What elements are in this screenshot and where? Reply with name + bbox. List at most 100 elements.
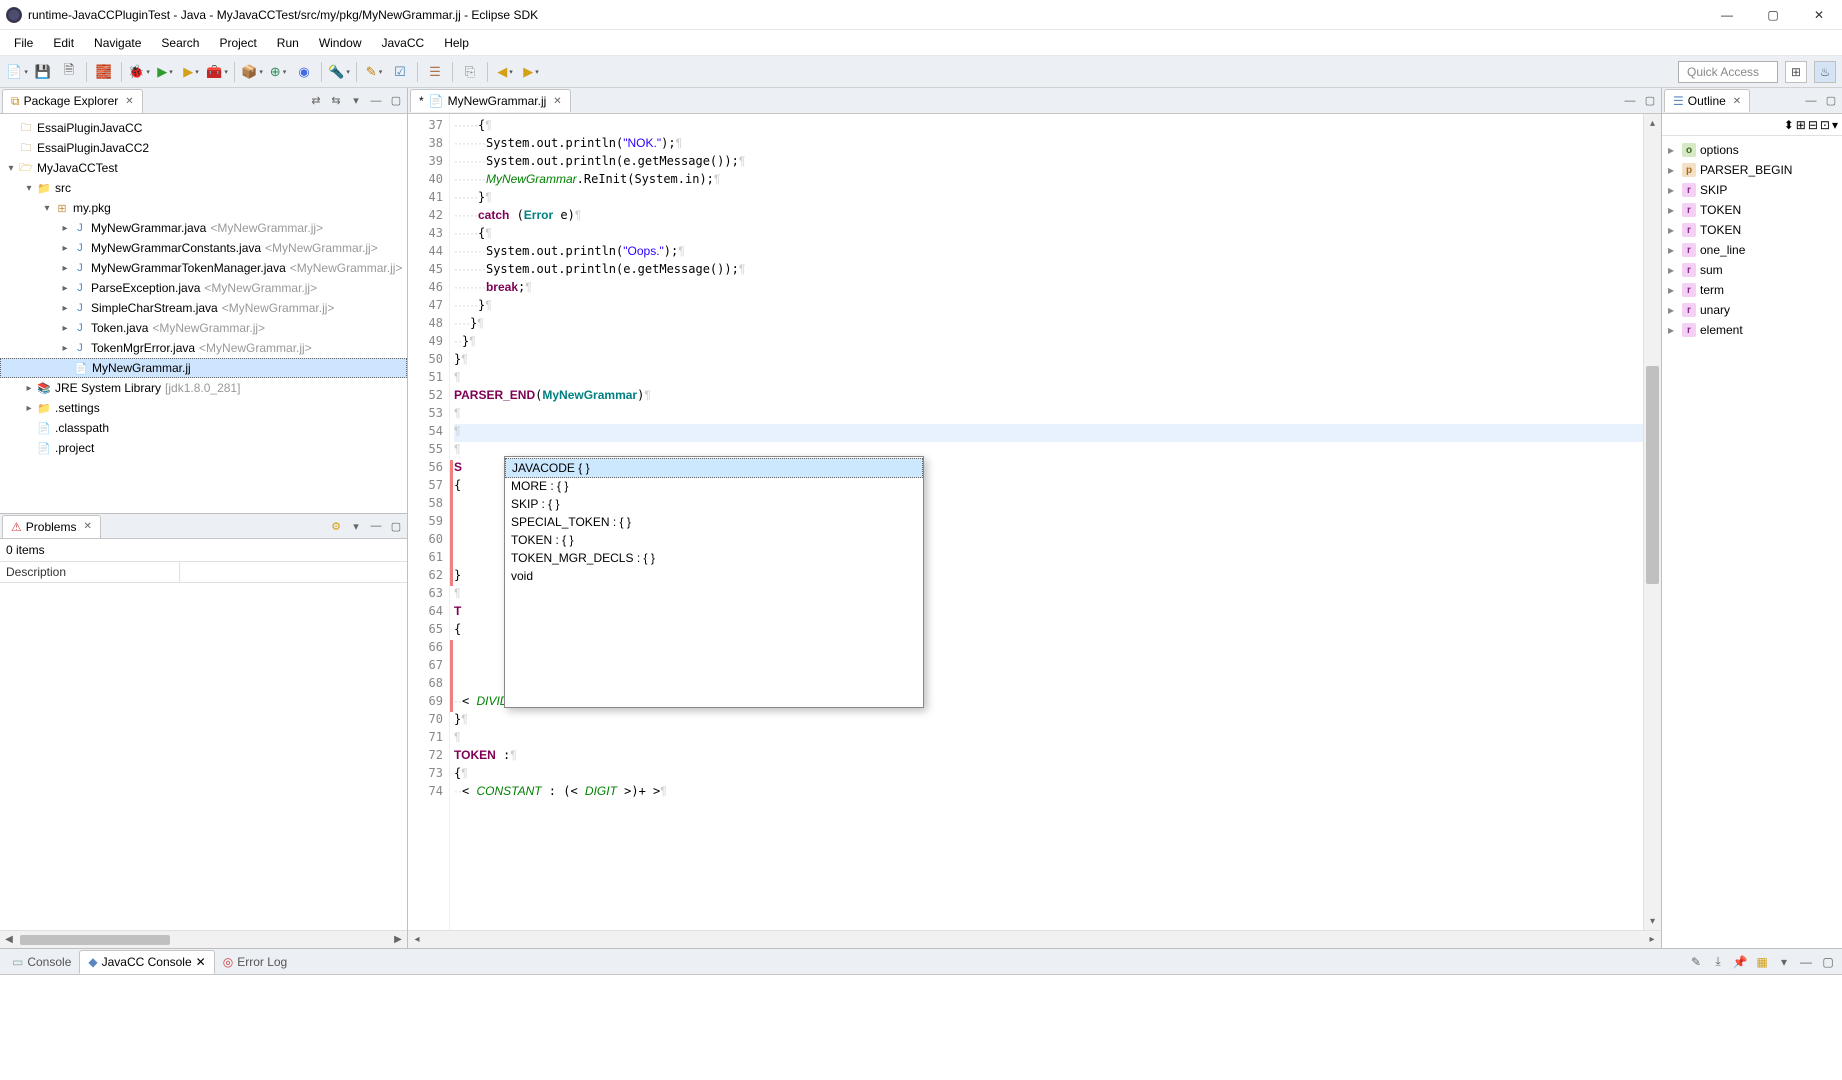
- run-button[interactable]: ▶: [154, 61, 176, 83]
- tree-item[interactable]: MyNewGrammarConstants.java: [91, 241, 261, 255]
- outline-item[interactable]: unary: [1700, 303, 1730, 317]
- outline-item[interactable]: element: [1700, 323, 1743, 337]
- content-assist-item[interactable]: JAVACODE { }: [505, 458, 923, 478]
- toggle-breadcrumb-button[interactable]: ☰: [424, 61, 446, 83]
- collapse-icon[interactable]: ▾: [4, 163, 18, 174]
- outline-tree[interactable]: ▸ooptions ▸pPARSER_BEGIN ▸rSKIP ▸rTOKEN …: [1662, 136, 1842, 948]
- minimize-editor-button[interactable]: —: [1621, 92, 1639, 110]
- menu-window[interactable]: Window: [311, 33, 370, 53]
- save-button[interactable]: 💾: [32, 61, 54, 83]
- window-minimize-button[interactable]: —: [1704, 0, 1750, 30]
- problems-menu-button[interactable]: ▾: [347, 517, 365, 535]
- new-package-button[interactable]: 📦: [241, 61, 263, 83]
- scroll-right-icon[interactable]: ▸: [1643, 931, 1661, 948]
- tree-item[interactable]: MyNewGrammar.java: [91, 221, 206, 235]
- tree-item[interactable]: TokenMgrError.java: [91, 341, 195, 355]
- outline-filter2-button[interactable]: ⊟: [1808, 118, 1818, 132]
- scroll-down-icon[interactable]: ▾: [1644, 912, 1661, 930]
- tree-item[interactable]: SimpleCharStream.java: [91, 301, 218, 315]
- tree-item[interactable]: .project: [55, 441, 94, 455]
- open-perspective-button[interactable]: ⊞: [1785, 61, 1807, 83]
- outline-item[interactable]: TOKEN: [1700, 223, 1741, 237]
- external-tools-button[interactable]: 🧰: [206, 61, 228, 83]
- code-editor[interactable]: 3738394041424344454647484950515253545556…: [408, 114, 1661, 930]
- maximize-editor-button[interactable]: ▢: [1641, 92, 1659, 110]
- new-button[interactable]: 📄: [6, 61, 28, 83]
- outline-item[interactable]: sum: [1700, 263, 1723, 277]
- maximize-view-button[interactable]: ▢: [1818, 952, 1838, 972]
- tree-item[interactable]: JRE System Library: [55, 381, 161, 395]
- outline-item[interactable]: options: [1700, 143, 1739, 157]
- outline-filter1-button[interactable]: ⊞: [1796, 118, 1806, 132]
- editor-hscroll[interactable]: ◂ ▸: [408, 930, 1661, 948]
- debug-button[interactable]: 🐞: [128, 61, 150, 83]
- search-button[interactable]: 🔦: [328, 61, 350, 83]
- content-assist-item[interactable]: SKIP : { }: [505, 495, 923, 513]
- close-icon[interactable]: ✕: [196, 955, 206, 969]
- tree-item[interactable]: src: [55, 181, 71, 195]
- scroll-up-icon[interactable]: ▴: [1644, 114, 1661, 132]
- menu-help[interactable]: Help: [436, 33, 477, 53]
- outline-item[interactable]: term: [1700, 283, 1724, 297]
- display-selected-button[interactable]: ▦: [1752, 952, 1772, 972]
- minimize-view-button[interactable]: —: [1802, 92, 1820, 110]
- scroll-left-icon[interactable]: ◂: [408, 931, 426, 948]
- menu-edit[interactable]: Edit: [45, 33, 82, 53]
- error-log-tab[interactable]: ◎ Error Log: [215, 951, 296, 973]
- maximize-view-button[interactable]: ▢: [387, 517, 405, 535]
- new-class-button[interactable]: ⊕: [267, 61, 289, 83]
- java-perspective-button[interactable]: ♨: [1814, 61, 1836, 83]
- expand-icon[interactable]: ▸: [22, 383, 36, 394]
- content-assist-item[interactable]: MORE : { }: [505, 477, 923, 495]
- tree-item[interactable]: Token.java: [91, 321, 148, 335]
- nav-back-button[interactable]: ◀: [494, 61, 516, 83]
- close-icon[interactable]: ✕: [1733, 96, 1741, 107]
- window-maximize-button[interactable]: ▢: [1750, 0, 1796, 30]
- menu-search[interactable]: Search: [153, 33, 207, 53]
- javacc-console-tab[interactable]: ◆ JavaCC Console ✕: [79, 950, 214, 974]
- outline-item[interactable]: one_line: [1700, 243, 1745, 257]
- outline-item[interactable]: TOKEN: [1700, 203, 1741, 217]
- console-tab[interactable]: ▭ Console: [4, 951, 79, 973]
- scroll-lock-button[interactable]: ⤓: [1708, 952, 1728, 972]
- outline-sort-button[interactable]: ⬍: [1784, 118, 1794, 132]
- outline-filter3-button[interactable]: ⊡: [1820, 118, 1830, 132]
- close-icon[interactable]: ✕: [553, 96, 561, 107]
- run-last-button[interactable]: ▶: [180, 61, 202, 83]
- menu-project[interactable]: Project: [211, 33, 264, 53]
- tree-item[interactable]: EssaiPluginJavaCC2: [37, 141, 149, 155]
- menu-file[interactable]: File: [6, 33, 41, 53]
- scroll-right-icon[interactable]: ▶: [389, 931, 407, 948]
- problems-tab[interactable]: ⚠ Problems ✕: [2, 515, 101, 538]
- editor-vscroll[interactable]: ▴ ▾: [1643, 114, 1661, 930]
- maximize-view-button[interactable]: ▢: [387, 92, 405, 110]
- close-icon[interactable]: ✕: [125, 96, 133, 107]
- content-assist-item[interactable]: TOKEN : { }: [505, 531, 923, 549]
- view-menu-button[interactable]: ▾: [347, 92, 365, 110]
- outline-item[interactable]: PARSER_BEGIN: [1700, 163, 1792, 177]
- tree-item[interactable]: MyNewGrammarTokenManager.java: [91, 261, 286, 275]
- pin-button[interactable]: ⎘: [459, 61, 481, 83]
- minimize-view-button[interactable]: —: [367, 517, 385, 535]
- content-assist-item[interactable]: TOKEN_MGR_DECLS : { }: [505, 549, 923, 567]
- annotate-button[interactable]: ✎: [363, 61, 385, 83]
- quick-access-field[interactable]: Quick Access: [1678, 61, 1778, 83]
- outline-tab[interactable]: ☰ Outline ✕: [1664, 89, 1750, 112]
- problems-column[interactable]: Description: [0, 562, 180, 582]
- tree-item[interactable]: EssaiPluginJavaCC: [37, 121, 142, 135]
- open-type-button[interactable]: ◉: [293, 61, 315, 83]
- pin-console-button[interactable]: 📌: [1730, 952, 1750, 972]
- minimize-view-button[interactable]: —: [367, 92, 385, 110]
- tree-item[interactable]: ParseException.java: [91, 281, 200, 295]
- close-icon[interactable]: ✕: [83, 521, 91, 532]
- menu-run[interactable]: Run: [269, 33, 307, 53]
- tree-item[interactable]: .classpath: [55, 421, 109, 435]
- editor-tab[interactable]: 📄 MyNewGrammar.jj ✕: [410, 89, 571, 112]
- outline-menu-button[interactable]: ▾: [1832, 118, 1838, 132]
- tree-item[interactable]: my.pkg: [73, 201, 111, 215]
- clear-console-button[interactable]: ✎: [1686, 952, 1706, 972]
- package-explorer-hscroll[interactable]: ◀ ▶: [0, 930, 407, 948]
- expand-icon[interactable]: ▸: [1668, 143, 1678, 157]
- package-explorer-tab[interactable]: ⧉ Package Explorer ✕: [2, 89, 143, 113]
- content-assist-popup[interactable]: JAVACODE { } MORE : { } SKIP : { } SPECI…: [504, 456, 924, 708]
